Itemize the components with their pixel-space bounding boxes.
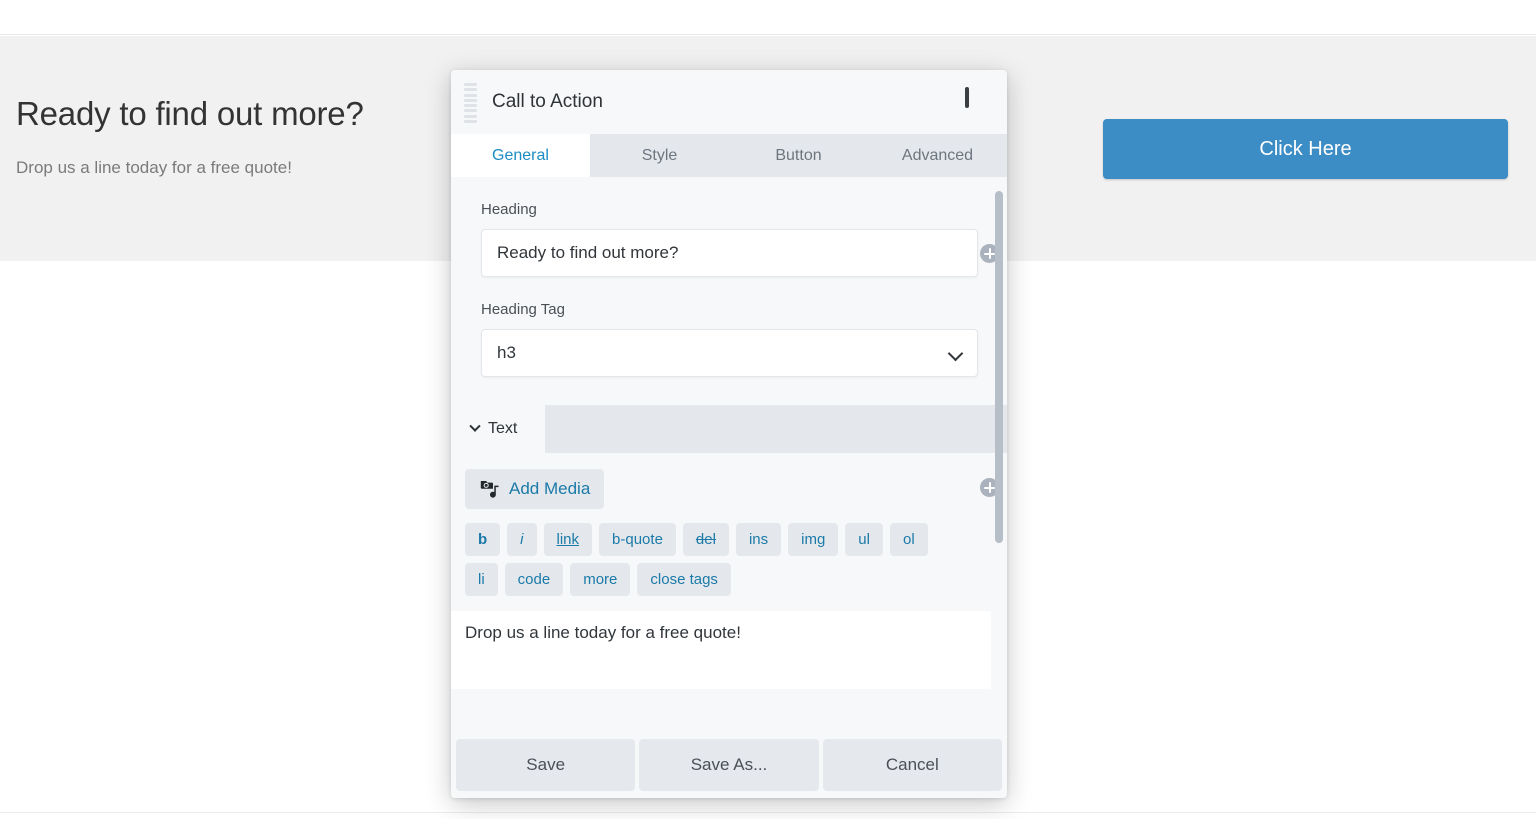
modal-header: Call to Action [451,70,1007,134]
quicktag-img[interactable]: img [788,523,838,556]
page-bottom-divider [0,812,1536,813]
text-section-tabstrip: Text [451,405,1007,453]
quicktag-link[interactable]: link [544,523,593,556]
cta-heading: Ready to find out more? [16,94,446,134]
drag-handle-icon[interactable] [464,83,478,123]
cta-text-column: Ready to find out more? Drop us a line t… [16,94,446,179]
quicktag-toolbar: b i link b-quote del ins img ul ol li co… [451,509,956,596]
heading-tag-field-block: Heading Tag h3 [451,277,1007,377]
modal-title: Call to Action [492,91,603,113]
heading-tag-field-label: Heading Tag [481,301,977,318]
chevron-down-small-icon [469,421,480,432]
modal-footer: Save Save As... Cancel [451,732,1007,798]
heading-tag-select[interactable]: h3 [481,329,978,377]
quicktag-ul[interactable]: ul [845,523,883,556]
tab-style[interactable]: Style [590,134,729,177]
call-to-action-modal: Call to Action General Style Button Adva… [451,70,1007,798]
cta-subtext: Drop us a line today for a free quote! [16,156,446,180]
add-media-button[interactable]: Add Media [465,469,604,509]
tab-button[interactable]: Button [729,134,868,177]
heading-field-block: Heading [451,177,1007,277]
modal-scrollbar-track[interactable] [994,177,1004,732]
page-top-bar [0,0,1536,35]
tab-general[interactable]: General [451,134,590,177]
quicktag-ol[interactable]: ol [890,523,928,556]
quicktag-b-quote[interactable]: b-quote [599,523,676,556]
text-editor-area: Add Media [451,453,1007,509]
quicktag-close-tags[interactable]: close tags [637,563,731,596]
modal-tab-bar: General Style Button Advanced [451,134,1007,177]
quicktag-i[interactable]: i [507,523,536,556]
add-media-label: Add Media [509,479,590,499]
save-as-button[interactable]: Save As... [639,739,818,791]
heading-tag-select-wrap: h3 [481,329,978,377]
modal-scrollbar-thumb[interactable] [995,191,1003,543]
text-section-label: Text [488,420,517,438]
add-media-icon [479,479,500,499]
quicktag-more[interactable]: more [570,563,630,596]
quicktag-code[interactable]: code [505,563,564,596]
cancel-button[interactable]: Cancel [823,739,1002,791]
heading-field-label: Heading [481,201,977,218]
heading-field-row [481,229,977,277]
quicktag-b[interactable]: b [465,523,500,556]
quicktag-del[interactable]: del [683,523,729,556]
quicktag-ins[interactable]: ins [736,523,781,556]
save-button[interactable]: Save [456,739,635,791]
text-content-textarea[interactable] [451,611,991,689]
cta-click-here-button[interactable]: Click Here [1103,119,1508,179]
quicktag-li[interactable]: li [465,563,498,596]
maximize-window-icon[interactable] [965,89,987,109]
modal-body: Heading Heading Tag h3 Text [451,177,1007,732]
heading-input[interactable] [481,229,978,277]
tab-advanced[interactable]: Advanced [868,134,1007,177]
text-section-toggle[interactable]: Text [451,405,545,453]
